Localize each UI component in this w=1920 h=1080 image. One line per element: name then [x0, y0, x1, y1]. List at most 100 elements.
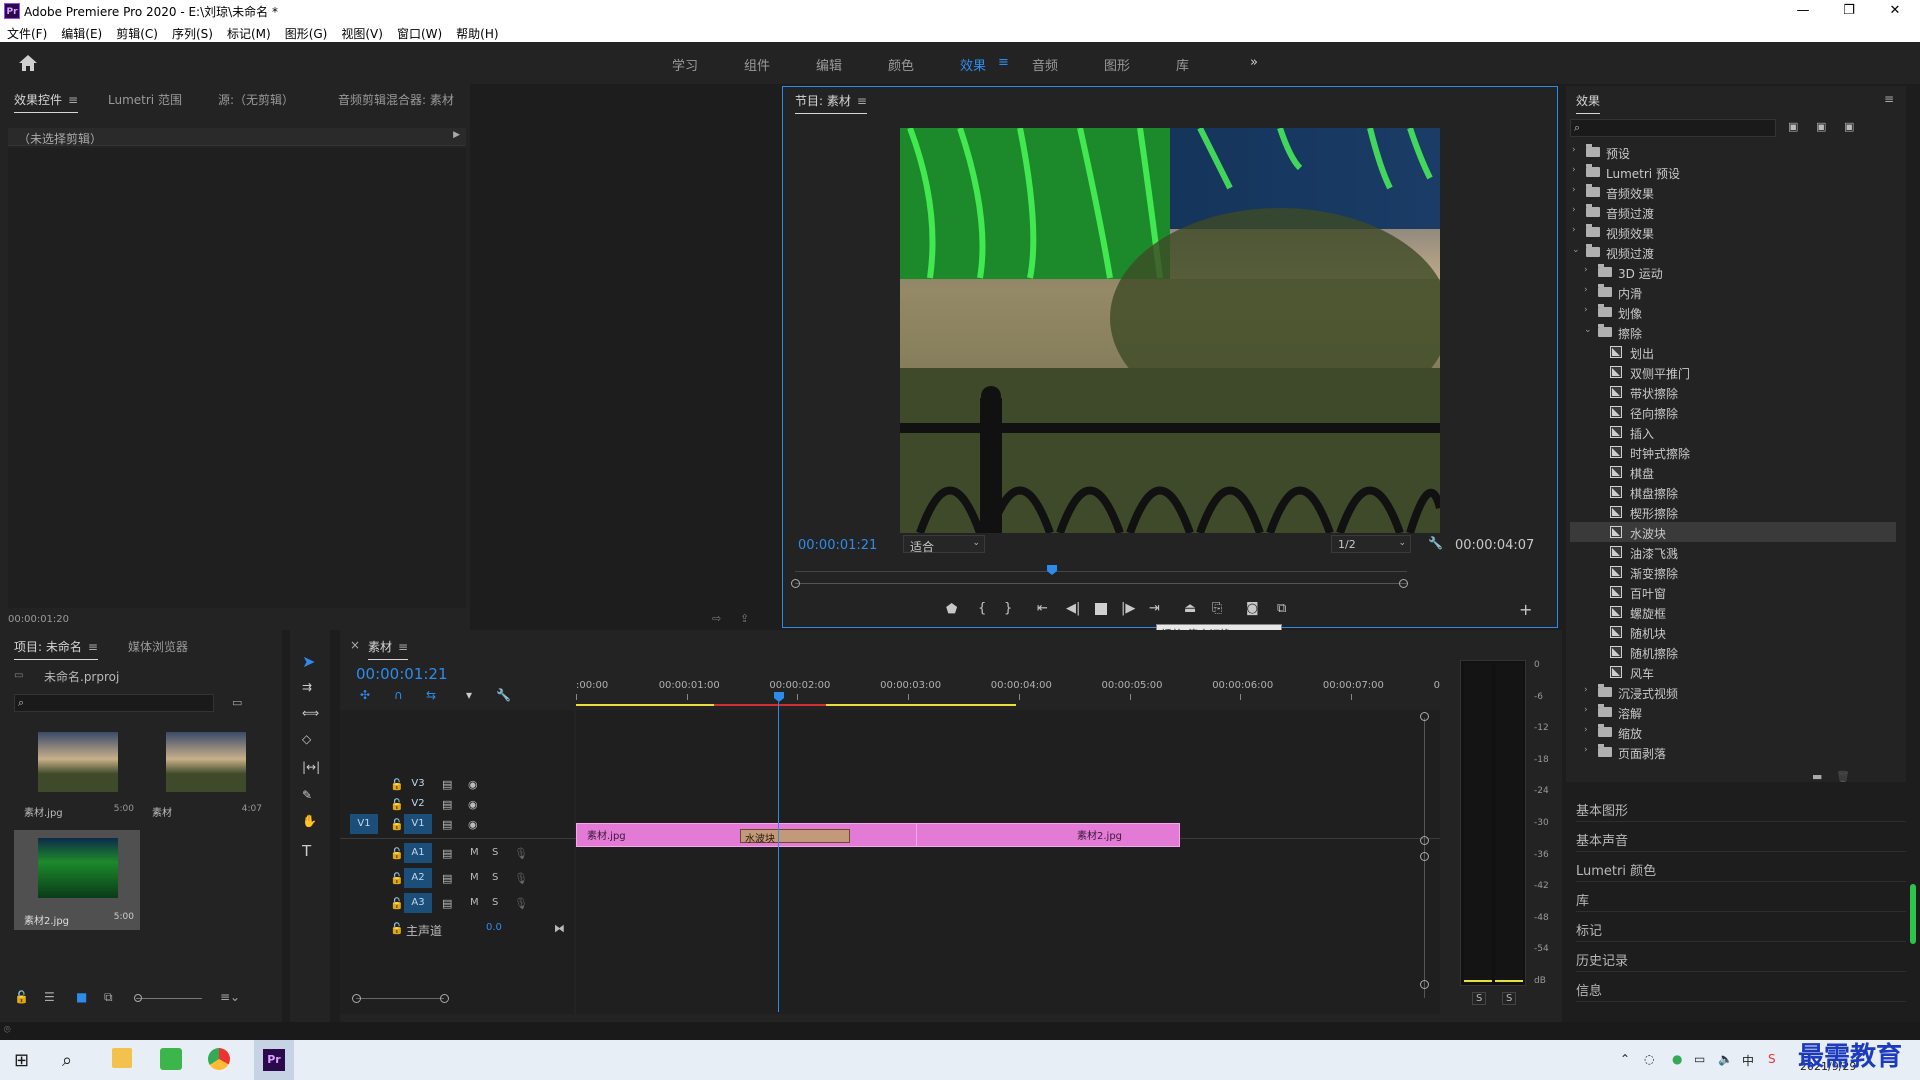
chevron-right-icon[interactable]: › — [1584, 725, 1588, 735]
sync-lock-icon[interactable]: ▤ — [442, 778, 452, 791]
lock-icon[interactable]: 🔓 — [390, 872, 404, 885]
export-icon[interactable]: ⇪ — [740, 612, 749, 625]
program-ruler[interactable] — [795, 563, 1407, 573]
chevron-down-icon[interactable]: ⌄ — [1572, 245, 1580, 255]
effects-folder[interactable]: › 缩放 — [1570, 722, 1896, 742]
track-label-v3[interactable]: V3 — [404, 774, 432, 794]
add-marker-icon[interactable]: ▾ — [466, 688, 472, 702]
file-explorer-icon[interactable] — [112, 1048, 132, 1068]
section-libraries[interactable]: 库 — [1576, 882, 1906, 912]
yuv-effects-icon[interactable]: ▣ — [1844, 120, 1854, 133]
zoom-handle-left[interactable] — [791, 579, 800, 588]
camera-export-frame-icon[interactable]: ◙ — [1246, 601, 1259, 616]
solo-right-button[interactable]: S — [1502, 992, 1517, 1005]
section-history[interactable]: 历史记录 — [1576, 942, 1906, 972]
accelerated-effects-icon[interactable]: ▣ — [1788, 120, 1798, 133]
new-bin-icon[interactable]: ▭ — [232, 696, 242, 709]
vscroll-handle-top[interactable] — [1420, 712, 1429, 721]
snap-magnet-icon[interactable]: ∩ — [394, 688, 403, 702]
project-search-input[interactable]: ⌕ — [14, 694, 214, 712]
chevron-right-icon[interactable]: › — [1584, 705, 1588, 715]
delete-icon[interactable]: 🗑 — [1836, 770, 1850, 783]
32bit-effects-icon[interactable]: ▣ — [1816, 120, 1826, 133]
nest-icon[interactable]: ✣ — [360, 688, 370, 702]
effects-folder[interactable]: › Lumetri 预设 — [1570, 162, 1896, 182]
chevron-right-icon[interactable]: › — [1572, 225, 1576, 235]
eye-icon[interactable]: ◉ — [468, 798, 478, 811]
menu-view[interactable]: 视图(V) — [334, 22, 390, 42]
chevron-right-icon[interactable]: › — [1572, 145, 1576, 155]
effect-item[interactable]: 双侧平推门 — [1570, 362, 1896, 382]
workspace-color[interactable]: 颜色 — [888, 55, 914, 74]
tab-effect-controls[interactable]: 效果控件 ≡ — [14, 91, 79, 113]
effect-item[interactable]: 划出 — [1570, 342, 1896, 362]
menu-file[interactable]: 文件(F) — [0, 22, 54, 42]
effect-item[interactable]: 百叶窗 — [1570, 582, 1896, 602]
menu-help[interactable]: 帮助(H) — [449, 22, 505, 42]
tray-icon[interactable]: ● — [1672, 1052, 1682, 1066]
workspace-effects-menu-icon[interactable]: ≡ — [998, 55, 1009, 70]
sync-lock-icon[interactable]: ▤ — [442, 798, 452, 811]
chevron-right-icon[interactable]: › — [1584, 285, 1588, 295]
workspace-graphics[interactable]: 图形 — [1104, 55, 1130, 74]
lock-icon[interactable]: 🔓 — [390, 897, 404, 910]
section-markers[interactable]: 标记 — [1576, 912, 1906, 942]
solo-left-button[interactable]: S — [1472, 992, 1487, 1005]
eye-icon[interactable]: ◉ — [468, 818, 478, 831]
menu-graphics[interactable]: 图形(G) — [278, 22, 335, 42]
timeline-settings-wrench-icon[interactable]: 🔧 — [496, 688, 511, 702]
zoom-slider[interactable] — [136, 998, 202, 999]
time-ruler[interactable]: :00:00 00:00:01:00 00:00:02:00 00:00:03:00 0… — [576, 674, 1463, 700]
ripple-edit-tool-icon[interactable]: ⟺ — [302, 706, 319, 720]
zoom-slider-handle[interactable] — [134, 994, 142, 1002]
lift-icon[interactable]: ⏏ — [1184, 601, 1196, 616]
effect-item[interactable]: 棋盘擦除 — [1570, 482, 1896, 502]
effect-item[interactable]: 径向擦除 — [1570, 402, 1896, 422]
zoom-scroll-bar[interactable] — [795, 583, 1407, 584]
chevron-right-icon[interactable]: › — [1584, 745, 1588, 755]
filter-icon[interactable]: ⇨ — [712, 612, 721, 625]
mic-icon[interactable]: 🎙 — [514, 897, 528, 910]
tab-lumetri-scopes[interactable]: Lumetri 范围 — [108, 91, 182, 108]
program-monitor-title[interactable]: 节目: 素材 ≡ — [795, 92, 867, 114]
pen-tool-icon[interactable]: ✎ — [302, 788, 312, 802]
effects-folder[interactable]: › 页面剥落 — [1570, 742, 1896, 762]
effects-folder[interactable]: › 溶解 — [1570, 702, 1896, 722]
sync-lock-icon[interactable]: ▤ — [442, 897, 452, 910]
new-bin-icon[interactable]: ▬ — [1812, 770, 1822, 783]
effects-folder[interactable]: › 3D 运动 — [1570, 262, 1896, 282]
linked-selection-icon[interactable]: ⇆ — [426, 688, 436, 702]
effect-item[interactable]: 随机擦除 — [1570, 642, 1896, 662]
scroll-handle-right[interactable] — [440, 994, 449, 1003]
expand-arrow-icon[interactable]: ▶ — [453, 130, 460, 140]
section-info[interactable]: 信息 — [1576, 972, 1906, 1002]
workspace-overflow-button[interactable]: » — [1250, 55, 1258, 70]
workspace-editing[interactable]: 编辑 — [816, 55, 842, 74]
effect-item[interactable]: 水波块 — [1570, 522, 1896, 542]
clip-2[interactable]: 素材2.jpg — [916, 823, 1180, 847]
mute-button[interactable]: M — [470, 897, 479, 908]
effects-folder[interactable]: › 划像 — [1570, 302, 1896, 322]
vscroll-handle-mid[interactable] — [1420, 836, 1429, 845]
mute-button[interactable]: M — [470, 872, 479, 883]
menu-edit[interactable]: 编辑(E) — [54, 22, 109, 42]
minimize-button[interactable]: — — [1780, 0, 1826, 22]
sort-icon[interactable]: ≡⌄ — [220, 990, 240, 1004]
effect-item[interactable]: 随机块 — [1570, 622, 1896, 642]
transition-clip[interactable]: 水波块 — [740, 829, 850, 845]
add-marker-icon[interactable]: ⬟ — [946, 602, 957, 617]
chevron-right-icon[interactable]: › — [1572, 165, 1576, 175]
section-lumetri-color[interactable]: Lumetri 颜色 — [1576, 852, 1906, 882]
maximize-button[interactable]: ❐ — [1826, 0, 1872, 22]
effects-folder[interactable]: ⌄ 擦除 — [1570, 322, 1896, 342]
jump-to-end-icon[interactable]: ⧓ — [554, 922, 565, 935]
mark-out-icon[interactable]: } — [1004, 601, 1012, 616]
go-to-in-icon[interactable]: ⇤ — [1037, 601, 1048, 616]
scroll-handle-left[interactable] — [352, 994, 361, 1003]
lock-icon[interactable]: 🔓 — [390, 778, 404, 791]
settings-wrench-icon[interactable]: 🔧 — [1428, 536, 1443, 550]
tab-media-browser[interactable]: 媒体浏览器 — [128, 638, 188, 655]
close-button[interactable]: ✕ — [1872, 0, 1918, 22]
mic-icon[interactable]: 🎙 — [514, 847, 528, 860]
timeline-close-button[interactable]: × — [350, 638, 360, 652]
